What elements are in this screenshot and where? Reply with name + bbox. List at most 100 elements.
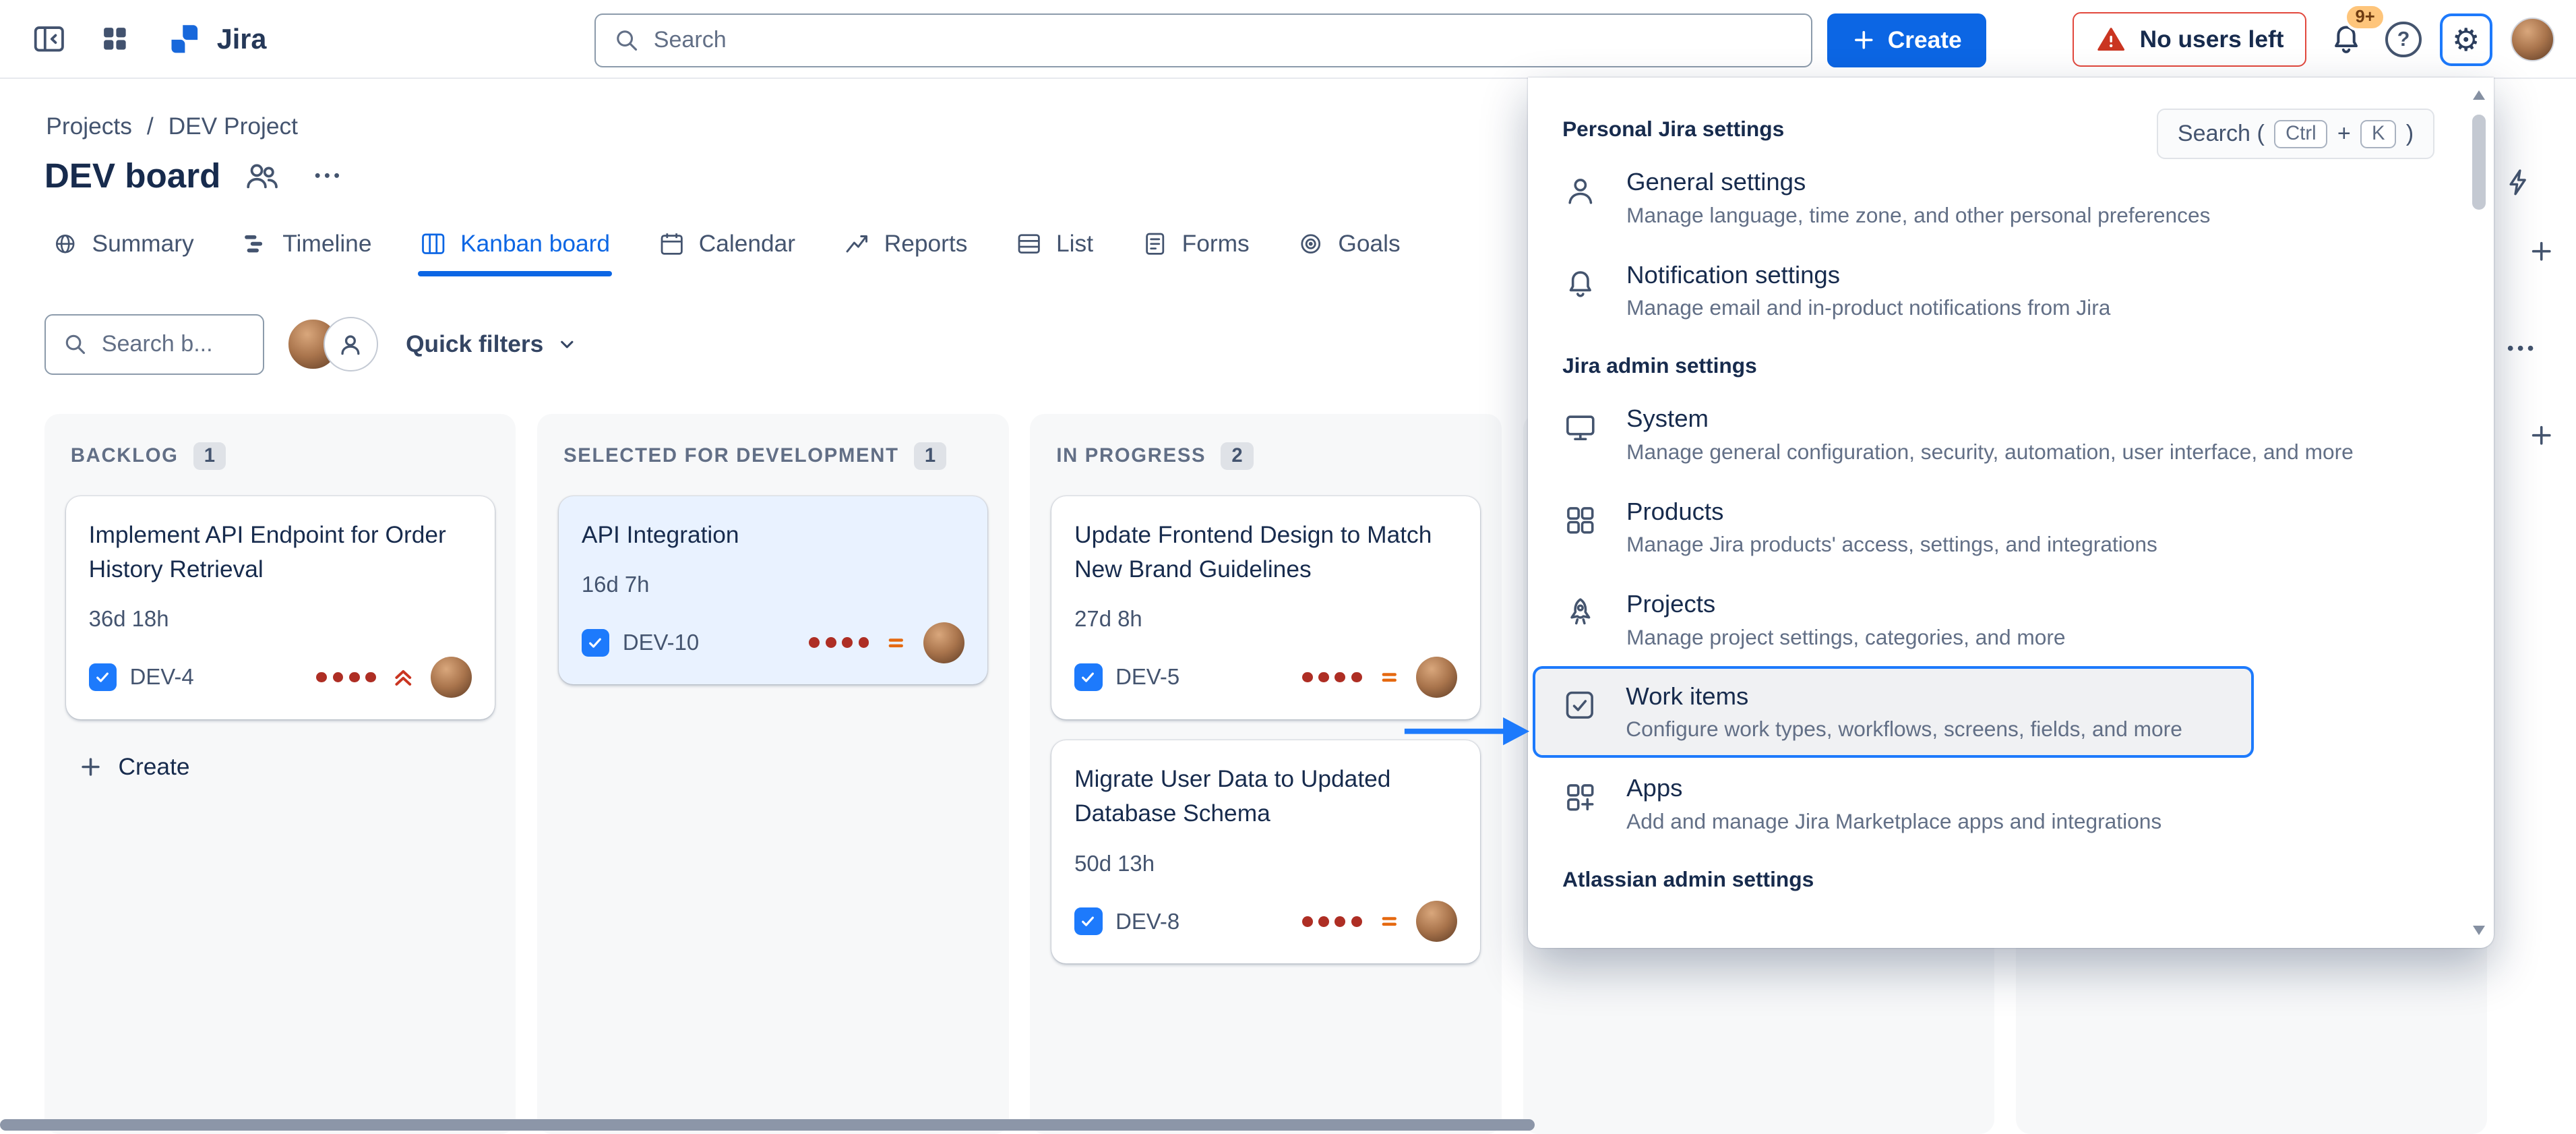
- app-switcher-button[interactable]: [87, 11, 143, 67]
- menu-item-title: Work items: [1626, 682, 2182, 711]
- globe-icon: [51, 230, 79, 258]
- chevron-down-icon: [555, 332, 580, 357]
- menu-item-title: General settings: [1626, 168, 2416, 196]
- no-users-left-label: No users left: [2140, 26, 2284, 53]
- create-button[interactable]: Create: [1827, 13, 1987, 67]
- search-icon: [62, 331, 88, 357]
- board-options-button[interactable]: [2496, 324, 2545, 373]
- menu-item-system[interactable]: System Manage general configuration, sec…: [1528, 388, 2494, 481]
- breadcrumb-project-link[interactable]: DEV Project: [168, 113, 298, 140]
- search-icon: [613, 26, 640, 54]
- sidebar-toggle-icon: [31, 21, 67, 57]
- person-icon: [336, 330, 365, 359]
- global-search-input[interactable]: [654, 27, 1795, 53]
- profile-avatar[interactable]: [2511, 18, 2555, 62]
- unassigned-avatar-filter[interactable]: [324, 317, 377, 371]
- assignee-filter-avatars: [286, 317, 378, 371]
- settings-button[interactable]: ⚙: [2440, 13, 2492, 66]
- no-users-left-button[interactable]: No users left: [2073, 12, 2306, 66]
- menu-item-description: Configure work types, workflows, screens…: [1626, 717, 2182, 742]
- card-title: API Integration: [582, 518, 964, 552]
- story-dots: [1302, 916, 1362, 927]
- more-horizontal-icon: [311, 159, 344, 192]
- tab-forms[interactable]: Forms: [1139, 225, 1251, 276]
- card-title: Update Frontend Design to Match New Bran…: [1074, 518, 1457, 587]
- priority-medium-icon: [1377, 665, 1402, 690]
- forms-icon: [1141, 230, 1169, 258]
- menu-item-title: System: [1626, 405, 2416, 433]
- menu-item-general-settings[interactable]: General settings Manage language, time z…: [1528, 152, 2494, 245]
- card-dev-5[interactable]: Update Frontend Design to Match New Bran…: [1051, 496, 1480, 719]
- tab-list[interactable]: List: [1014, 225, 1095, 276]
- menu-scrollbar[interactable]: [2470, 82, 2489, 943]
- menu-item-apps[interactable]: Apps Add and manage Jira Marketplace app…: [1528, 758, 2494, 851]
- sidebar-toggle-button[interactable]: [22, 11, 78, 67]
- column-header: IN PROGRESS 2: [1030, 414, 1502, 491]
- scroll-down-icon[interactable]: [2473, 926, 2485, 935]
- menu-heading-jira-admin: Jira admin settings: [1528, 337, 2494, 388]
- task-type-icon: [1074, 907, 1102, 935]
- column-header: SELECTED FOR DEVELOPMENT 1: [537, 414, 1009, 491]
- column-count-badge: 1: [914, 442, 947, 470]
- annotation-arrow: [1401, 710, 1536, 752]
- menu-item-notification-settings[interactable]: Notification settings Manage email and i…: [1528, 244, 2494, 337]
- menu-item-work-items[interactable]: Work items Configure work types, workflo…: [1533, 666, 2254, 758]
- menu-item-title: Projects: [1626, 590, 2416, 618]
- warning-icon: [2095, 24, 2126, 55]
- task-type-icon: [582, 629, 609, 657]
- card-dev-4[interactable]: Implement API Endpoint for Order History…: [66, 496, 495, 719]
- board-more-button[interactable]: [303, 151, 352, 200]
- tab-kanban-board[interactable]: Kanban board: [418, 225, 612, 276]
- page-header: DEV board: [44, 151, 352, 200]
- column-name: IN PROGRESS: [1056, 445, 1206, 467]
- tab-goals[interactable]: Goals: [1295, 225, 1402, 276]
- add-view-button[interactable]: [2520, 230, 2563, 272]
- gear-icon: ⚙: [2452, 22, 2480, 58]
- app-switcher-icon: [98, 22, 131, 55]
- board-search-input[interactable]: [102, 331, 233, 357]
- scroll-up-icon[interactable]: [2473, 90, 2485, 100]
- quick-filters-button[interactable]: Quick filters: [406, 331, 580, 358]
- priority-highest-icon: [391, 665, 416, 690]
- help-button[interactable]: ?: [2385, 22, 2422, 58]
- card-key: DEV-10: [623, 630, 699, 655]
- card-footer: DEV-5: [1074, 657, 1457, 698]
- board-column-backlog: BACKLOG 1 Implement API Endpoint for Ord…: [44, 414, 516, 1134]
- jira-logo-icon: [166, 21, 202, 57]
- menu-item-projects[interactable]: Projects Manage project settings, catego…: [1528, 574, 2494, 667]
- scrollbar-thumb[interactable]: [2472, 115, 2486, 210]
- card-key: DEV-8: [1115, 909, 1179, 934]
- card-dev-8[interactable]: Migrate User Data to Updated Database Sc…: [1051, 740, 1480, 963]
- automation-button[interactable]: [2496, 159, 2542, 205]
- board-members-button[interactable]: [237, 151, 286, 200]
- work-items-icon: [1562, 687, 1598, 723]
- breadcrumb-projects-link[interactable]: Projects: [46, 113, 132, 140]
- tab-calendar[interactable]: Calendar: [656, 225, 797, 276]
- card-estimate: 27d 8h: [1074, 606, 1457, 632]
- story-dots: [316, 672, 376, 683]
- add-column-button[interactable]: [2520, 414, 2563, 456]
- card-dev-10[interactable]: API Integration 16d 7h DEV-10: [559, 496, 987, 684]
- jira-home-link[interactable]: Jira: [166, 21, 266, 57]
- assignee-avatar: [1416, 657, 1457, 698]
- board-search[interactable]: [44, 314, 265, 375]
- card-footer: DEV-8: [1074, 901, 1457, 942]
- rocket-icon: [1562, 595, 1599, 631]
- calendar-icon: [658, 230, 685, 258]
- menu-item-products[interactable]: Products Manage Jira products' access, s…: [1528, 481, 2494, 574]
- page-title: DEV board: [44, 156, 221, 196]
- column-create-button[interactable]: Create: [66, 740, 202, 794]
- timeline-icon: [241, 230, 269, 258]
- tab-timeline[interactable]: Timeline: [240, 225, 373, 276]
- global-search[interactable]: [594, 13, 1812, 67]
- assignee-avatar: [1416, 901, 1457, 942]
- apps-icon: [1562, 779, 1599, 816]
- tab-summary[interactable]: Summary: [49, 225, 195, 276]
- card-footer: DEV-10: [582, 622, 964, 663]
- menu-item-description: Manage language, time zone, and other pe…: [1626, 203, 2416, 228]
- settings-search-shortcut[interactable]: Search ( Ctrl + K ): [2157, 109, 2435, 160]
- horizontal-scrollbar[interactable]: [0, 1119, 1535, 1131]
- card-key: DEV-4: [130, 664, 194, 690]
- menu-item-description: Manage Jira products' access, settings, …: [1626, 532, 2416, 557]
- tab-reports[interactable]: Reports: [841, 225, 969, 276]
